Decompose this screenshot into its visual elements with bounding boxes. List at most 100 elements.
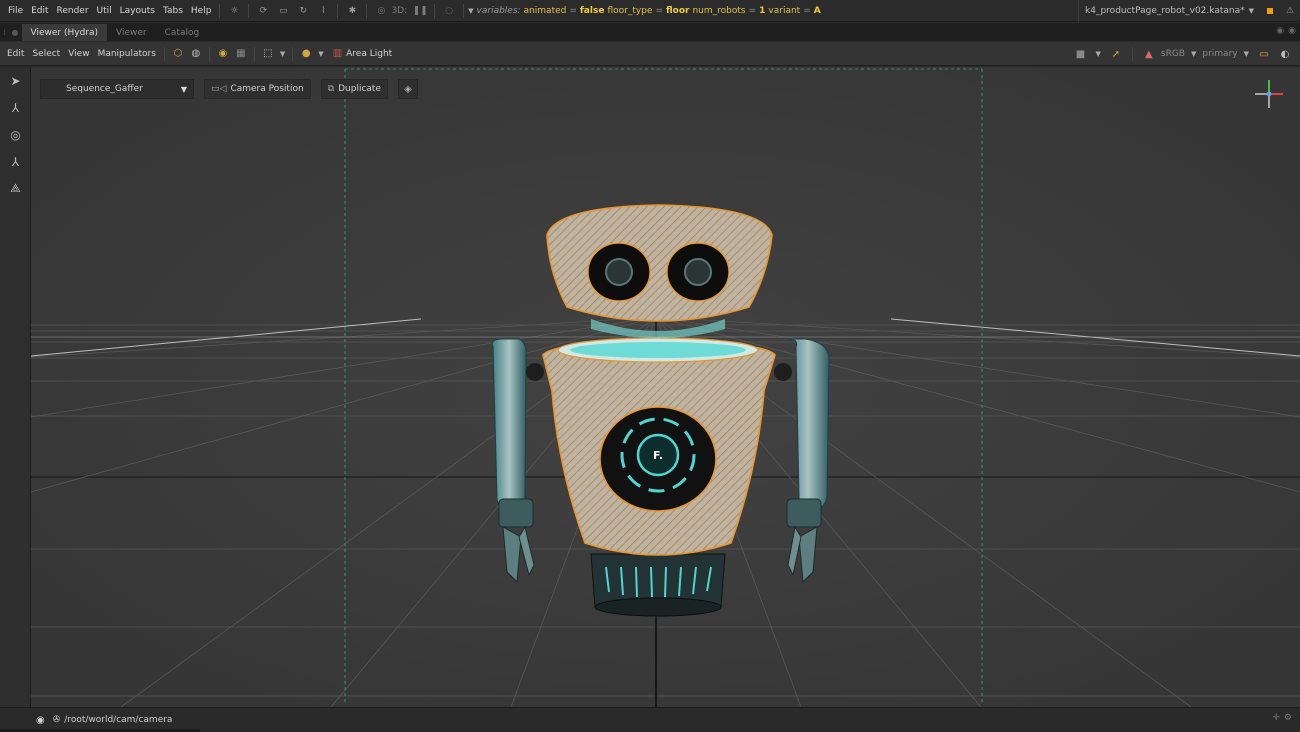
variable-key: floor_type [607,5,653,16]
target-icon[interactable]: ◎ [374,4,388,18]
variable-value[interactable]: floor [666,6,689,16]
project-selector[interactable]: k4_productPage_robot_v02.katana* ▼ [1078,0,1260,22]
caret-down-icon: ▼ [180,84,187,94]
scene-canvas[interactable]: F. [31,67,1300,707]
camera-icon: ✇ [52,715,61,725]
menu-help[interactable]: Help [187,6,216,16]
variables-label: variables: [476,5,521,16]
variables-bar[interactable]: ▼ variables: animated = false floor_type = f… [468,6,821,16]
camera-icon: ▭◁ [211,84,227,94]
cycle-icon[interactable]: ◌ [442,4,456,18]
caret-down-icon[interactable]: ▼ [1096,50,1101,58]
look-through-icon[interactable]: ◈ [398,79,418,99]
camera-path[interactable]: /root/world/cam/camera [64,715,172,725]
separator [208,46,210,61]
viewer-menu-select[interactable]: Select [28,49,64,59]
variable-value[interactable]: 1 [759,6,765,16]
rerender-icon[interactable]: ↻ [296,4,310,18]
robot-logo: F. [653,449,663,462]
tab-catalog[interactable]: Catalog [156,24,209,41]
tab-viewer[interactable]: Viewer [107,24,156,41]
variable-value[interactable]: false [580,6,605,16]
display-label[interactable]: primary [1202,49,1237,59]
visibility-icon[interactable]: ◉ [36,715,45,726]
cube-icon[interactable]: ⬡ [169,45,187,63]
tool-palette: ➤ ⅄ ◎ ⅄ ⟁ [0,67,31,707]
menu-file[interactable]: File [0,6,27,16]
menu-bar: File Edit Render Util Layouts Tabs Help … [0,0,1300,22]
render-status-icon [1267,8,1273,14]
pause-icon[interactable]: ❚❚ [413,4,428,18]
camera-position-button[interactable]: ▭◁ Camera Position [204,79,311,99]
caret-down-icon[interactable]: ▼ [1244,50,1249,58]
caret-down-icon[interactable]: ▼ [280,50,285,58]
pane-options-icon[interactable]: ● [9,24,22,41]
viewer-menu-edit[interactable]: Edit [0,49,28,59]
duplicate-label: Duplicate [338,84,381,94]
menubar-right: k4_productPage_robot_v02.katana* ▼ ⚠ [1078,0,1300,22]
monitor-icon[interactable]: ▭ [1255,45,1273,63]
viewer-menu-view[interactable]: View [64,49,93,59]
menu-tabs[interactable]: Tabs [159,6,187,16]
separator [253,46,255,61]
rotate-tool-icon[interactable]: ◎ [0,121,31,148]
viewer-menu-manipulators[interactable]: Manipulators [94,49,160,59]
select-tool-icon[interactable]: ➤ [0,67,31,94]
globe-icon[interactable]: ◍ [187,45,205,63]
eye-icon[interactable]: ◐ [1276,45,1294,63]
separator [366,3,368,18]
render-icon[interactable]: ▭ [276,4,290,18]
viewport[interactable]: F. Sequence_Gaffer ▼ ▭◁ Camera Position … [31,67,1300,707]
sequence-dropdown[interactable]: Sequence_Gaffer ▼ [40,79,194,99]
menu-layouts[interactable]: Layouts [116,6,159,16]
render-sphere-icon[interactable]: ◉ [214,45,232,63]
area-light-selector[interactable]: ▥ Area Light [333,48,393,59]
separator [248,3,250,18]
separator [434,3,436,18]
pane-controls: ◉ ◉ [1276,26,1296,36]
tab-bar: ⁞ ● Viewer (Hydra) Viewer Catalog ◉ ◉ [0,23,1300,41]
menu-edit[interactable]: Edit [27,6,52,16]
separator [163,46,165,61]
caret-down-icon[interactable]: ▼ [1191,50,1196,58]
menu-render[interactable]: Render [53,6,93,16]
translate-tool-icon[interactable]: ⅄ [0,94,31,121]
bug-icon[interactable]: ✱ [345,4,359,18]
display-mode-icon[interactable]: ■ [1072,45,1090,63]
duplicate-button[interactable]: ⧉ Duplicate [320,79,388,99]
live-render-icon[interactable]: ⌇ [316,4,330,18]
area-light-label: Area Light [346,48,393,59]
scale-tool-icon[interactable]: ⅄ [0,148,31,175]
frame-icon[interactable]: ⬚ [259,45,277,63]
grip-icon[interactable]: ⁞ [0,24,9,41]
checker-icon[interactable]: ▦ [232,45,250,63]
duplicate-icon: ⧉ [327,84,335,94]
transform-tool-icon[interactable]: ⟁ [0,175,31,202]
status-right: ✛ ⚙ [1272,713,1292,723]
settings-icon[interactable]: ☼ [227,4,241,18]
colorspace-label[interactable]: sRGB [1161,49,1185,59]
pointer-icon[interactable]: ➚ [1107,45,1125,63]
maximize-icon[interactable]: ◉ [1276,26,1284,36]
tab-viewer-hydra[interactable]: Viewer (Hydra) [21,24,108,41]
three-d-label: 3D: [391,5,408,16]
close-icon[interactable]: ◉ [1288,26,1296,36]
project-name: k4_productPage_robot_v02.katana* [1085,6,1245,16]
viewport-controls: Sequence_Gaffer ▼ ▭◁ Camera Position ⧉ D… [40,79,418,99]
color-triangle-icon: ▲ [1145,48,1153,60]
variable-value[interactable]: A [814,6,821,16]
caret-down-icon[interactable]: ▼ [318,50,323,58]
settings-icon[interactable]: ⚙ [1284,713,1292,723]
caret-down-icon: ▼ [1248,7,1254,15]
light-icon: ▥ [332,48,343,59]
menu-util[interactable]: Util [93,6,116,16]
robot-head[interactable] [546,204,773,322]
warning-icon[interactable]: ⚠ [1283,4,1297,18]
separator [292,46,294,61]
grid-icon[interactable]: ✛ [1272,713,1280,723]
viewer-toolbar: Edit Select View Manipulators ⬡ ◍ ◉ ▦ ⬚ … [0,42,1300,66]
axis-gizmo-icon[interactable] [1252,77,1286,111]
refresh-icon[interactable]: ⟳ [256,4,270,18]
caret-down-icon[interactable]: ▼ [468,7,473,15]
person-icon[interactable]: ● [297,45,315,63]
